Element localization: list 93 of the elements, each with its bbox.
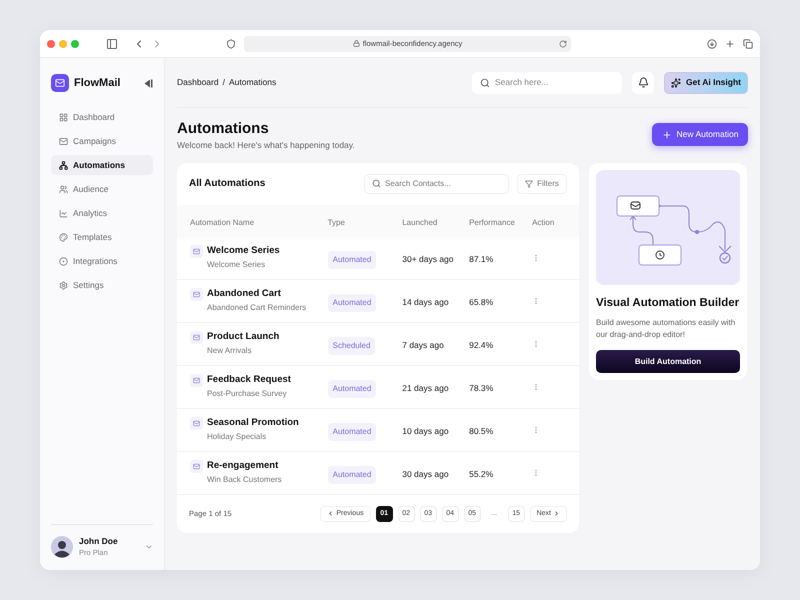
brand-name: FlowMail: [74, 76, 120, 91]
nav-item[interactable]: Templates: [51, 227, 153, 247]
nav-icon: [59, 160, 68, 170]
chevron-down-icon[interactable]: [145, 543, 153, 551]
new-automation-button[interactable]: New Automation: [652, 123, 748, 146]
column-header: Type: [328, 218, 345, 227]
mail-icon: [190, 460, 203, 474]
automation-description: Holiday Specials: [207, 431, 268, 444]
nav-icon: [59, 184, 68, 194]
automation-name: Re-engagement: [207, 459, 280, 472]
nav-item[interactable]: Integrations: [51, 251, 153, 271]
mail-icon: [190, 374, 203, 388]
mail-icon: [190, 331, 203, 344]
search-field[interactable]: Search here...: [472, 72, 622, 94]
column-header: Performance: [469, 218, 515, 227]
new-tab-icon[interactable]: [725, 38, 735, 48]
nav-item[interactable]: Campaigns: [51, 131, 153, 151]
performance-cell: 55.2%: [469, 468, 494, 479]
column-header: Launched: [402, 218, 438, 227]
logo-icon: [51, 74, 69, 92]
automation-name: Seasonal Promotion: [207, 416, 299, 430]
page-subtitle: Welcome back! Here's what's happening today.: [177, 139, 355, 152]
lock-icon: [352, 40, 360, 47]
contacts-search-field[interactable]: Search Contacts...: [364, 174, 509, 194]
builder-title: Visual Automation Builder: [596, 296, 740, 311]
nav-item[interactable]: Dashboard: [51, 107, 153, 127]
search-icon: [372, 179, 381, 188]
automation-description: Welcome Series: [207, 259, 266, 272]
performance-cell: 87.1%: [469, 254, 494, 264]
plus-icon: [662, 130, 672, 140]
download-icon[interactable]: [707, 38, 717, 48]
nav-item[interactable]: Analytics: [51, 203, 153, 223]
performance-cell: 92.4%: [469, 340, 494, 350]
chevron-right-icon: [553, 510, 560, 518]
launched-cell: 10 days ago: [402, 426, 449, 436]
automation-name: Feedback Request: [207, 373, 291, 386]
nav-item[interactable]: Settings: [51, 275, 153, 295]
nav-icon: [59, 232, 68, 242]
builder-description: Build awesome automations easily with our drag-and-drop editor!: [596, 317, 736, 341]
card-title: All Automations: [189, 177, 266, 192]
type-tag: Automated: [328, 294, 376, 312]
nav-icon: [59, 256, 68, 266]
shield-icon[interactable]: [226, 38, 236, 48]
launched-cell: 14 days ago: [402, 296, 449, 307]
performance-cell: 78.3%: [469, 382, 494, 393]
user-name: John Doe: [79, 536, 118, 547]
build-automation-button[interactable]: Build Automation: [596, 350, 740, 373]
breadcrumb-separator: /: [222, 76, 225, 89]
type-tag: Automated: [328, 466, 376, 484]
nav-icon: [59, 112, 68, 122]
automation-description: Win Back Customers: [207, 474, 282, 486]
bell-icon: [638, 77, 648, 88]
nav-icon: [59, 280, 68, 290]
nav-icon: [59, 208, 68, 218]
nav-item[interactable]: Audience: [51, 179, 153, 199]
sidebar-toggle-icon[interactable]: [106, 38, 118, 50]
performance-cell: 65.8%: [469, 296, 494, 307]
automation-description: Post-Purchase Survey: [207, 388, 288, 400]
mail-icon: [190, 245, 203, 258]
performance-cell: 80.5%: [469, 426, 494, 436]
filters-button[interactable]: Filters: [517, 174, 567, 194]
ai-insight-button[interactable]: Get Ai Insight: [664, 72, 748, 94]
automation-name: Abandoned Cart: [207, 287, 282, 300]
breadcrumb-current: Automations: [228, 76, 276, 89]
breadcrumb-link[interactable]: Dashboard: [177, 76, 219, 89]
type-tag: Automated: [328, 422, 376, 441]
mail-icon: [190, 288, 203, 302]
launched-cell: 30+ days ago: [402, 254, 454, 264]
search-icon: [480, 78, 490, 88]
mail-icon: [190, 417, 203, 430]
filter-icon: [525, 180, 534, 188]
automation-name: Product Launch: [207, 330, 280, 344]
launched-cell: 30 days ago: [402, 468, 449, 479]
page-title: Automations: [177, 120, 270, 138]
tabs-overview-icon[interactable]: [743, 38, 753, 48]
collapse-sidebar-icon[interactable]: [143, 78, 153, 88]
type-tag: Automated: [328, 380, 376, 398]
automation-description: New Arrivals: [207, 345, 252, 358]
column-header: Automation Name: [190, 218, 254, 227]
chevron-left-icon: [327, 510, 334, 518]
notification-button[interactable]: [632, 72, 654, 94]
nav-item[interactable]: Automations: [51, 155, 153, 175]
automation-name: Welcome Series: [207, 244, 280, 258]
avatar-icon: [51, 536, 73, 558]
nav-icon: [59, 136, 68, 146]
sparkle-icon: [671, 78, 682, 88]
launched-cell: 7 days ago: [402, 340, 444, 350]
automation-description: Abandoned Cart Reminders: [207, 302, 306, 314]
reload-icon[interactable]: [559, 40, 567, 48]
launched-cell: 21 days ago: [402, 382, 449, 393]
column-header: Action: [532, 218, 554, 227]
type-tag: Scheduled: [328, 336, 376, 355]
type-tag: Automated: [328, 250, 376, 269]
